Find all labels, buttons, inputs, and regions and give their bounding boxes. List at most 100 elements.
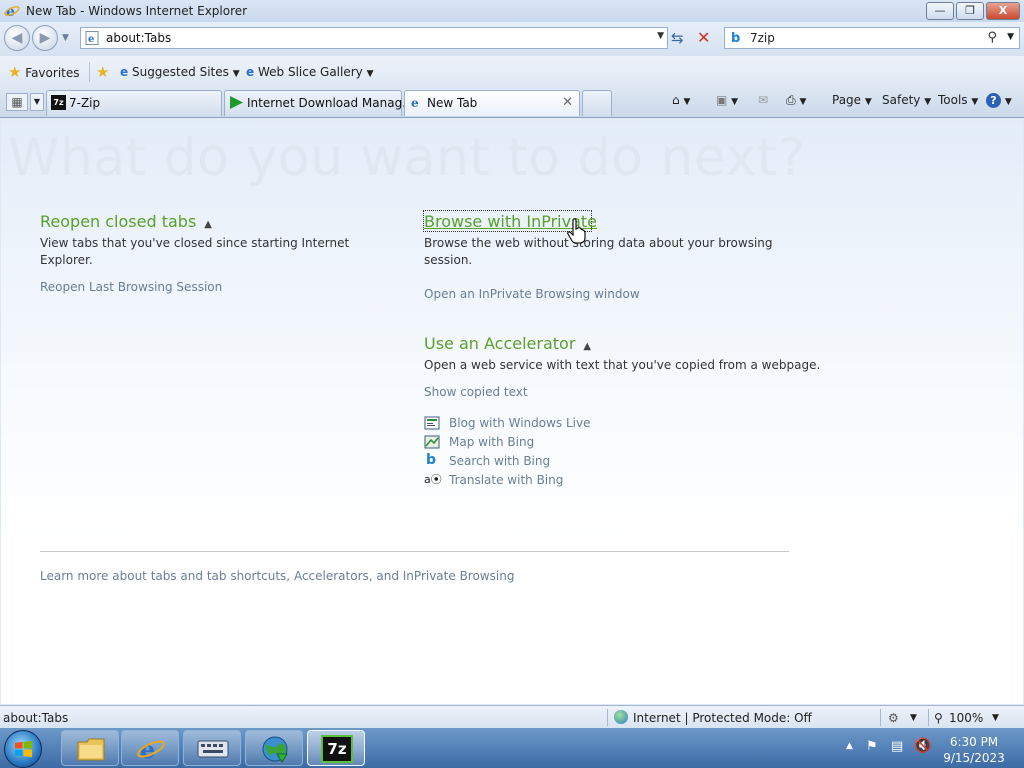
address-dropdown-icon[interactable]: ▼ bbox=[657, 31, 664, 41]
reopen-closed-tabs-heading[interactable]: Reopen closed tabs ▲ bbox=[40, 212, 212, 231]
home-dropdown-icon: ▼ bbox=[683, 97, 691, 107]
keyboard-icon bbox=[197, 740, 229, 758]
web-slice-gallery-icon: e bbox=[246, 65, 255, 79]
status-separator bbox=[607, 709, 608, 726]
address-input[interactable]: about:Tabs bbox=[106, 31, 171, 45]
internet-zone-globe-icon bbox=[614, 710, 628, 724]
web-slice-gallery-button[interactable]: e Web Slice Gallery ▼ bbox=[246, 65, 374, 79]
favorites-divider bbox=[89, 62, 90, 82]
taskbar-explorer-button[interactable] bbox=[61, 730, 119, 766]
back-button[interactable]: ◀ bbox=[4, 25, 30, 51]
search-box[interactable]: b 7zip ⚲ ▼ bbox=[724, 27, 1020, 49]
windows-logo-icon bbox=[14, 740, 33, 758]
action-center-flag-icon[interactable]: ⚑ bbox=[866, 739, 878, 754]
svg-text:e: e bbox=[88, 34, 94, 45]
taskbar-download-manager-button[interactable] bbox=[245, 730, 303, 766]
home-button[interactable]: ⌂ ▼ bbox=[672, 93, 690, 107]
forward-button[interactable]: ▶ bbox=[32, 25, 58, 51]
tab-label: Internet Download Manag... bbox=[247, 96, 414, 110]
seven-zip-favicon-icon: 7z bbox=[51, 95, 66, 110]
print-dropdown-icon: ▼ bbox=[799, 97, 807, 107]
tools-menu-dropdown-icon: ▼ bbox=[971, 97, 979, 107]
svg-text:e: e bbox=[6, 4, 15, 19]
forward-arrow-icon: ▶ bbox=[39, 30, 51, 46]
safety-menu-label: Safety bbox=[882, 93, 921, 107]
popup-blocker-icon[interactable]: ⚙ bbox=[888, 711, 899, 725]
search-options-dropdown-icon[interactable]: ▼ bbox=[1007, 32, 1014, 42]
read-mail-icon[interactable]: ✉ bbox=[758, 93, 768, 107]
zoom-level[interactable]: 100% bbox=[949, 711, 983, 725]
internet-explorer-icon: e bbox=[137, 735, 165, 763]
search-icon[interactable]: ⚲ bbox=[987, 30, 997, 45]
suggested-sites-button[interactable]: e Suggested Sites ▼ bbox=[120, 65, 240, 79]
taskbar-internet-explorer-button[interactable]: e bbox=[121, 730, 179, 766]
accelerator-description: Open a web service with text that you've… bbox=[424, 358, 821, 372]
zoom-dropdown-icon[interactable]: ▼ bbox=[992, 713, 999, 723]
show-copied-text-link[interactable]: Show copied text bbox=[424, 385, 528, 399]
favorites-label: Favorites bbox=[25, 66, 80, 80]
page-menu-button[interactable]: Page ▼ bbox=[832, 93, 872, 107]
feeds-dropdown-icon: ▼ bbox=[731, 97, 739, 107]
network-icon[interactable]: ▤ bbox=[891, 739, 903, 754]
taskbar-on-screen-keyboard-button[interactable] bbox=[183, 730, 241, 766]
favorites-star-icon: ★ bbox=[8, 63, 22, 81]
seven-zip-icon: 7z bbox=[321, 735, 353, 763]
help-button[interactable]: ? ▼ bbox=[986, 93, 1012, 108]
maximize-button[interactable]: ❐ bbox=[956, 2, 984, 20]
volume-muted-icon[interactable]: 🔇 bbox=[914, 738, 931, 754]
learn-more-link[interactable]: Learn more about tabs and tab shortcuts,… bbox=[40, 569, 514, 583]
blog-with-windows-live-link[interactable]: Blog with Windows Live bbox=[449, 416, 591, 430]
stop-icon[interactable]: ✕ bbox=[697, 28, 710, 47]
search-input[interactable]: 7zip bbox=[750, 31, 775, 45]
security-zone-text[interactable]: Internet | Protected Mode: Off bbox=[633, 711, 812, 725]
taskbar-7zip-button[interactable]: 7z bbox=[307, 730, 365, 766]
suggested-sites-label: Suggested Sites bbox=[131, 65, 229, 79]
open-inprivate-window-link[interactable]: Open an InPrivate Browsing window bbox=[424, 287, 640, 301]
minimize-button[interactable]: — bbox=[926, 2, 954, 20]
status-separator bbox=[880, 709, 881, 726]
home-icon: ⌂ bbox=[672, 93, 680, 107]
add-to-favorites-bar-icon[interactable]: ★ bbox=[96, 63, 109, 81]
tools-menu-button[interactable]: Tools ▼ bbox=[938, 93, 978, 107]
system-clock[interactable]: 6:30 PM 9/15/2023 bbox=[934, 734, 1014, 766]
ie-logo-icon: e bbox=[4, 4, 20, 19]
show-hidden-icons-icon[interactable]: ▲ bbox=[846, 741, 853, 751]
close-tab-icon[interactable]: ✕ bbox=[562, 95, 573, 110]
recent-pages-dropdown-icon[interactable]: ▼ bbox=[62, 33, 69, 43]
page-icon: e bbox=[85, 31, 99, 45]
print-icon: ⎙ bbox=[786, 93, 796, 107]
status-separator bbox=[928, 709, 929, 726]
close-window-button[interactable]: X bbox=[986, 2, 1020, 20]
safety-menu-button[interactable]: Safety ▼ bbox=[882, 93, 931, 107]
tab-7zip[interactable]: 7z 7-Zip bbox=[46, 90, 222, 116]
window-title: New Tab - Windows Internet Explorer bbox=[26, 4, 248, 18]
safety-menu-dropdown-icon: ▼ bbox=[924, 97, 932, 107]
tab-new-tab[interactable]: e New Tab ✕ bbox=[404, 90, 580, 116]
reopen-last-browsing-session-link[interactable]: Reopen Last Browsing Session bbox=[40, 280, 222, 294]
use-an-accelerator-heading[interactable]: Use an Accelerator ▲ bbox=[424, 334, 591, 353]
start-button[interactable] bbox=[4, 730, 42, 768]
address-bar[interactable]: e about:Tabs ▼ bbox=[80, 27, 668, 49]
print-button[interactable]: ⎙ ▼ bbox=[786, 93, 806, 108]
zoom-magnifier-icon: ⚲ bbox=[934, 711, 943, 725]
folder-icon bbox=[77, 738, 105, 761]
collapse-caret-icon[interactable]: ▲ bbox=[204, 219, 212, 230]
popup-blocker-dropdown-icon[interactable]: ▼ bbox=[910, 713, 917, 723]
refresh-icon[interactable]: ⇆ bbox=[671, 29, 684, 47]
collapse-caret-icon[interactable]: ▲ bbox=[583, 341, 591, 352]
svg-text:e: e bbox=[411, 96, 419, 110]
favorites-button[interactable]: ★ Favorites bbox=[8, 63, 80, 81]
translate-with-bing-link[interactable]: Translate with Bing bbox=[449, 473, 563, 487]
map-with-bing-link[interactable]: Map with Bing bbox=[449, 435, 534, 449]
suggested-sites-dropdown-icon: ▼ bbox=[232, 69, 240, 79]
suggested-sites-icon: e bbox=[120, 65, 129, 79]
map-icon bbox=[424, 435, 440, 449]
new-tab-button[interactable] bbox=[582, 90, 612, 116]
tab-internet-download-manager[interactable]: Internet Download Manag... bbox=[224, 90, 414, 116]
tab-list-dropdown-icon[interactable]: ▼ bbox=[30, 93, 44, 111]
search-with-bing-link[interactable]: Search with Bing bbox=[449, 454, 550, 468]
reopen-closed-tabs-label: Reopen closed tabs bbox=[40, 212, 197, 231]
feeds-button[interactable]: ▣ ▼ bbox=[716, 93, 738, 107]
quick-tabs-icon[interactable]: ▦ bbox=[6, 93, 28, 111]
help-dropdown-icon: ▼ bbox=[1004, 97, 1012, 107]
